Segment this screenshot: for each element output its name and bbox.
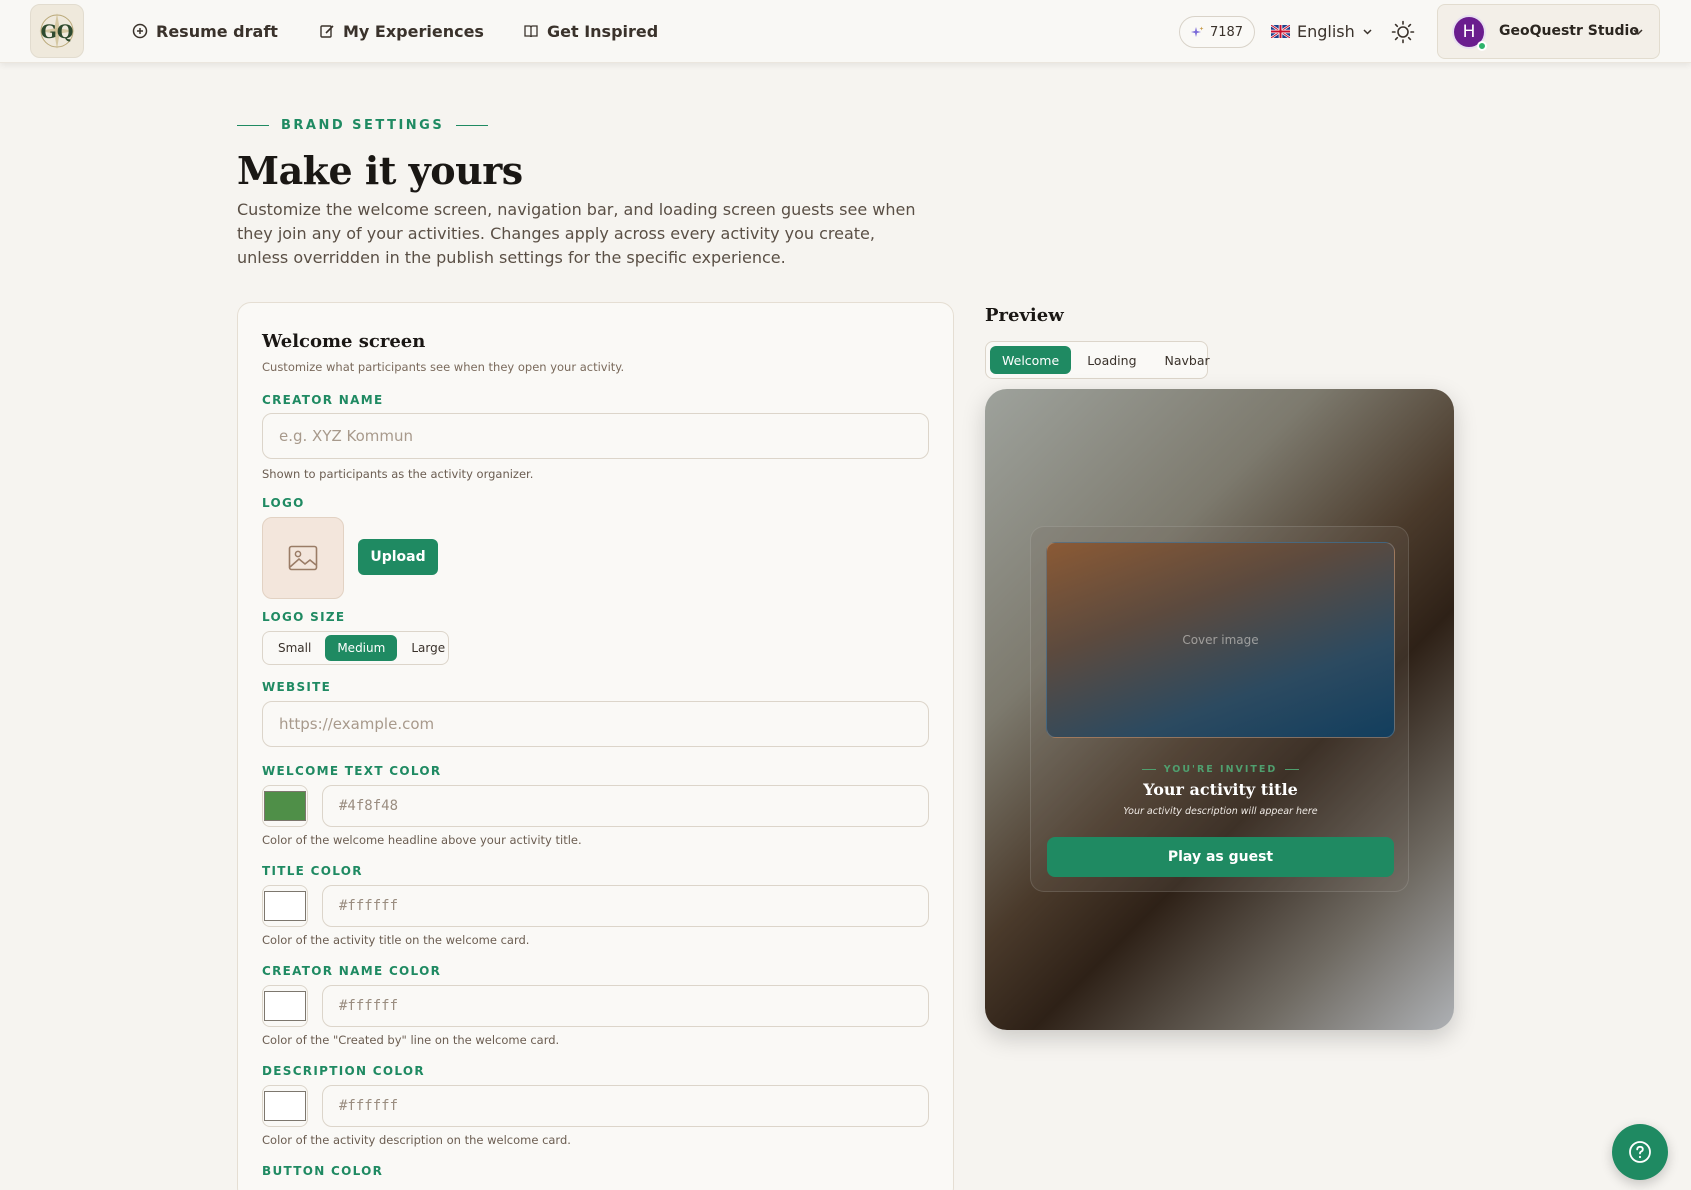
- preview-title: Preview: [985, 305, 1064, 326]
- eyebrow-rule: [237, 125, 269, 126]
- color-chip: [264, 891, 306, 921]
- welcome-text-color-swatch[interactable]: [262, 785, 308, 827]
- chevron-down-icon: [1633, 29, 1643, 36]
- image-icon: [288, 545, 318, 571]
- app-logo[interactable]: GQ: [30, 4, 84, 58]
- invited-rule: [1285, 769, 1300, 770]
- resume-draft-link[interactable]: Resume draft: [132, 18, 278, 44]
- logo-placeholder[interactable]: [262, 517, 344, 599]
- profile-menu[interactable]: H GeoQuestr Studio: [1437, 4, 1660, 59]
- button-color-label: BUTTON COLOR: [262, 1164, 384, 1178]
- cover-image-placeholder: Cover image: [1046, 542, 1395, 738]
- activity-title-preview: Your activity title: [1143, 780, 1298, 799]
- resume-draft-label: Resume draft: [156, 21, 278, 41]
- preview-screen: Cover image YOU'RE INVITED Your activity…: [985, 389, 1454, 1030]
- creator-name-color-label: CREATOR NAME COLOR: [262, 964, 442, 978]
- title-color-help: Color of the activity title on the welco…: [262, 933, 530, 947]
- edit-icon: [320, 25, 334, 38]
- creator-name-label: CREATOR NAME: [262, 393, 384, 407]
- description-color-label: DESCRIPTION COLOR: [262, 1064, 425, 1078]
- language-label: English: [1297, 21, 1355, 41]
- upload-logo-button[interactable]: Upload: [358, 539, 438, 575]
- creator-name-color-input[interactable]: [322, 985, 929, 1027]
- website-label: WEBSITE: [262, 680, 332, 694]
- welcome-text-color-label: WELCOME TEXT COLOR: [262, 764, 442, 778]
- invited-headline: YOU'RE INVITED: [1031, 764, 1410, 775]
- tab-loading[interactable]: Loading: [1075, 346, 1148, 374]
- welcome-card-preview: Cover image YOU'RE INVITED Your activity…: [1030, 526, 1409, 892]
- creator-name-help: Shown to participants as the activity or…: [262, 467, 534, 481]
- compass-logo-icon: GQ: [39, 13, 75, 49]
- page-description: Customize the welcome screen, navigation…: [237, 200, 916, 267]
- section-eyebrow: BRAND SETTINGS: [237, 118, 489, 133]
- preview-tabs: Welcome Loading Navbar: [985, 341, 1210, 379]
- sparkle-icon: [1190, 26, 1204, 37]
- svg-text:GQ: GQ: [41, 21, 74, 43]
- welcome-text-color-help: Color of the welcome headline above your…: [262, 833, 582, 847]
- creator-name-color-help: Color of the "Created by" line on the we…: [262, 1033, 560, 1047]
- logo-size-selector: Small Medium Large: [262, 631, 449, 665]
- language-selector[interactable]: English: [1271, 18, 1373, 44]
- tab-navbar[interactable]: Navbar: [1153, 346, 1222, 374]
- get-inspired-label: Get Inspired: [547, 21, 659, 41]
- logo-size-label: LOGO SIZE: [262, 610, 346, 624]
- description-color-swatch[interactable]: [262, 1085, 308, 1127]
- book-open-icon: [524, 25, 538, 38]
- get-inspired-link[interactable]: Get Inspired: [523, 18, 658, 44]
- color-chip: [264, 1091, 306, 1121]
- help-circle-icon: [1629, 1141, 1651, 1163]
- cover-image-label: Cover image: [1182, 633, 1259, 647]
- logo-label: LOGO: [262, 496, 305, 510]
- welcome-text-color-input[interactable]: [322, 785, 929, 827]
- uk-flag-icon: [1271, 24, 1290, 38]
- tab-welcome[interactable]: Welcome: [990, 346, 1072, 374]
- logo-size-small[interactable]: Small: [266, 635, 323, 661]
- card-title: Welcome screen: [262, 331, 426, 352]
- card-subtitle: Customize what participants see when the…: [262, 360, 625, 374]
- activity-description-preview: Your activity description will appear he…: [1123, 806, 1318, 817]
- title-color-swatch[interactable]: [262, 885, 308, 927]
- creator-name-color-swatch[interactable]: [262, 985, 308, 1027]
- page-title: Make it yours: [237, 148, 523, 193]
- credits-count: 7187: [1209, 24, 1244, 40]
- online-status-dot: [1477, 41, 1487, 51]
- profile-name: GeoQuestr Studio: [1499, 23, 1639, 39]
- sun-icon: [1391, 20, 1415, 44]
- color-chip: [264, 791, 306, 821]
- title-color-label: TITLE COLOR: [262, 864, 363, 878]
- creator-name-input[interactable]: [262, 413, 929, 459]
- invited-text: YOU'RE INVITED: [1163, 764, 1278, 775]
- eyebrow-text: BRAND SETTINGS: [281, 118, 445, 133]
- color-chip: [264, 991, 306, 1021]
- eyebrow-rule: [456, 125, 489, 126]
- my-experiences-label: My Experiences: [343, 21, 484, 41]
- description-color-input[interactable]: [322, 1085, 929, 1127]
- plus-circle-icon: [132, 23, 148, 39]
- title-color-input[interactable]: [322, 885, 929, 927]
- logo-size-large[interactable]: Large: [399, 635, 457, 661]
- play-as-guest-button[interactable]: Play as guest: [1047, 837, 1394, 877]
- description-color-help: Color of the activity description on the…: [262, 1133, 571, 1147]
- welcome-screen-card: Welcome screen Customize what participan…: [237, 302, 954, 1190]
- help-button[interactable]: [1612, 1124, 1668, 1180]
- website-input[interactable]: [262, 701, 929, 747]
- logo-size-medium[interactable]: Medium: [325, 635, 398, 661]
- chevron-down-icon: [1363, 28, 1372, 35]
- invited-rule: [1141, 769, 1156, 770]
- top-navbar: GQ Resume draft My Experiences Get Inspi…: [0, 0, 1691, 63]
- my-experiences-link[interactable]: My Experiences: [319, 18, 484, 44]
- credits-badge[interactable]: 7187: [1179, 16, 1255, 48]
- theme-toggle[interactable]: [1389, 18, 1417, 46]
